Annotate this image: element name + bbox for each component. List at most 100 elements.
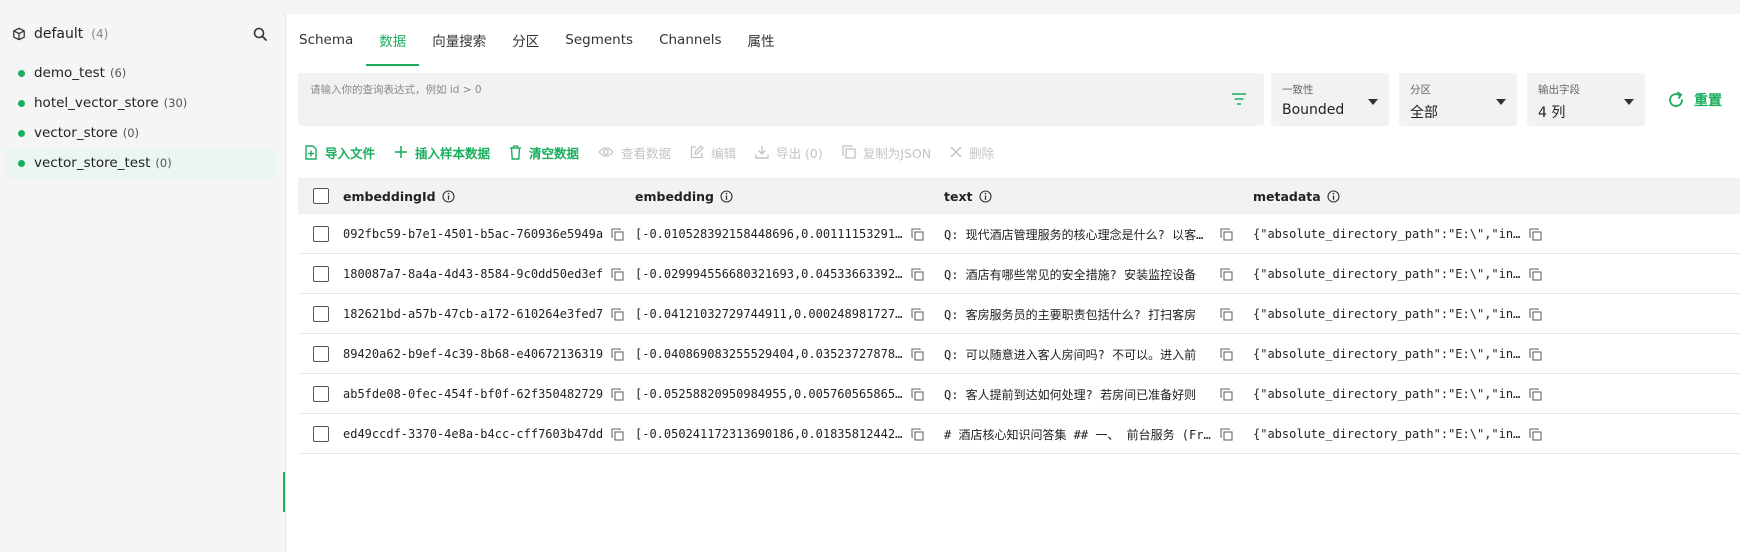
column-header-embedding[interactable]: embedding [635, 178, 733, 214]
view-data-label: 查看数据 [621, 145, 672, 161]
tab-bar: Schema 数据 向量搜索 分区 Segments Channels 属性 [286, 14, 788, 66]
info-icon[interactable] [978, 189, 992, 203]
table-row[interactable]: ed49ccdf-3370-4e8a-b4cc-cff7603b47dd [-0… [298, 414, 1740, 454]
row-checkbox[interactable] [313, 226, 329, 242]
import-file-button[interactable]: 导入文件 [304, 143, 375, 162]
cell-embeddingid: ab5fde08-0fec-454f-bf0f-62f350482729 [343, 374, 624, 414]
copy-icon[interactable] [1529, 227, 1542, 241]
table-row[interactable]: 89420a62-b9ef-4c39-8b68-e40672136319 [-0… [298, 334, 1740, 374]
info-icon[interactable] [720, 189, 733, 203]
tab-partitions[interactable]: 分区 [499, 14, 552, 66]
table-row[interactable]: 180087a7-8a4a-4d43-8584-9c0dd50ed3ef [-0… [298, 254, 1740, 294]
copy-icon[interactable] [1220, 387, 1233, 401]
collection-count: (0) [155, 156, 172, 170]
copy-icon[interactable] [1529, 427, 1542, 441]
row-checkbox[interactable] [313, 306, 329, 322]
partition-select[interactable]: 分区 全部 [1399, 73, 1517, 126]
copy-icon[interactable] [911, 227, 924, 241]
cell-metadata: {"absolute_directory_path":"E:\","index"… [1253, 214, 1542, 254]
embedding-value: [-0.04121032729744911,0.0002489817270123… [635, 307, 903, 321]
table-row[interactable]: ab5fde08-0fec-454f-bf0f-62f350482729 [-0… [298, 374, 1740, 414]
collection-name: vector_store [34, 125, 118, 141]
copy-icon[interactable] [611, 307, 624, 321]
database-header[interactable]: default (4) [12, 22, 108, 46]
export-button[interactable]: 导出 (0) [755, 143, 823, 162]
query-expression-input[interactable]: 请输入你的查询表达式，例如 id > 0 [298, 73, 1264, 126]
copy-icon[interactable] [1220, 347, 1233, 361]
copy-icon[interactable] [911, 307, 924, 321]
delete-button[interactable]: 删除 [950, 143, 994, 162]
clear-data-button[interactable]: 清空数据 [509, 143, 579, 162]
collection-sidebar: default (4) demo_test (6) hotel_vector_s… [0, 14, 285, 552]
copy-icon[interactable] [1220, 227, 1233, 241]
copy-icon[interactable] [1529, 347, 1542, 361]
tab-schema[interactable]: Schema [286, 14, 366, 66]
status-dot [18, 159, 25, 167]
copy-icon[interactable] [911, 387, 924, 401]
embedding-id-value: 180087a7-8a4a-4d43-8584-9c0dd50ed3ef [343, 267, 604, 281]
copy-icon[interactable] [611, 387, 624, 401]
info-icon[interactable] [1327, 189, 1340, 203]
row-checkbox[interactable] [313, 426, 329, 442]
embedding-value: [-0.040869083255529404,0.035237278789123… [635, 347, 903, 361]
data-table: embeddingId embedding text metadata 092f… [298, 178, 1740, 454]
cell-embeddingid: 182621bd-a57b-47cb-a172-610264e3fed7 [343, 294, 624, 334]
cell-metadata: {"absolute_directory_path":"E:\","index"… [1253, 414, 1542, 454]
copy-icon[interactable] [911, 347, 924, 361]
output-fields-select[interactable]: 输出字段 4 列 [1527, 73, 1645, 126]
copy-icon [842, 145, 856, 159]
copy-icon[interactable] [611, 267, 624, 281]
edit-button[interactable]: 编辑 [690, 143, 736, 162]
tab-properties[interactable]: 属性 [735, 14, 788, 66]
column-header-text[interactable]: text [944, 178, 992, 214]
tab-segments[interactable]: Segments [552, 14, 646, 66]
copy-icon[interactable] [911, 427, 924, 441]
cell-embeddingid: 180087a7-8a4a-4d43-8584-9c0dd50ed3ef [343, 254, 624, 294]
consistency-value: Bounded [1282, 102, 1345, 118]
collection-item-vector-store[interactable]: vector_store (0) [5, 118, 277, 148]
reset-button[interactable]: 重置 [1666, 88, 1722, 112]
cell-metadata: {"absolute_directory_path":"E:\","index"… [1253, 374, 1542, 414]
copy-icon[interactable] [911, 267, 924, 281]
select-all-checkbox[interactable] [313, 188, 329, 204]
text-value: Q: 酒店有哪些常见的安全措施? 安装监控设备 [944, 267, 1197, 282]
tab-data[interactable]: 数据 [366, 14, 420, 66]
metadata-value: {"absolute_directory_path":"E:\","index"… [1253, 227, 1521, 241]
column-header-embeddingid[interactable]: embeddingId [343, 178, 455, 214]
copy-icon[interactable] [1220, 267, 1233, 281]
copy-icon[interactable] [1529, 387, 1542, 401]
insert-sample-button[interactable]: 插入样本数据 [394, 143, 490, 162]
copy-icon[interactable] [1529, 307, 1542, 321]
copy-icon[interactable] [611, 227, 624, 241]
column-header-metadata[interactable]: metadata [1253, 178, 1340, 214]
row-checkbox[interactable] [313, 346, 329, 362]
tab-channels[interactable]: Channels [646, 14, 734, 66]
row-checkbox[interactable] [313, 386, 329, 402]
embedding-id-value: ed49ccdf-3370-4e8a-b4cc-cff7603b47dd [343, 427, 604, 441]
metadata-value: {"absolute_directory_path":"E:\","index"… [1253, 307, 1521, 321]
copy-icon[interactable] [1220, 307, 1233, 321]
copy-json-button[interactable]: 复制为JSON [842, 143, 931, 162]
search-icon[interactable] [252, 26, 268, 42]
embedding-id-value: 182621bd-a57b-47cb-a172-610264e3fed7 [343, 307, 604, 321]
collection-item-vector-store-test[interactable]: vector_store_test (0) [5, 148, 277, 178]
copy-icon[interactable] [611, 347, 624, 361]
data-toolbar: 导入文件 插入样本数据 清空数据 查看数据 编辑 导出 (0) 复制为JSON … [304, 140, 1013, 164]
collection-item-hotel-vector-store[interactable]: hotel_vector_store (30) [5, 88, 277, 118]
metadata-value: {"absolute_directory_path":"E:\","index"… [1253, 267, 1521, 281]
copy-icon[interactable] [1220, 427, 1233, 441]
column-title: text [944, 188, 973, 204]
consistency-select[interactable]: 一致性 Bounded [1271, 73, 1389, 126]
insert-sample-label: 插入样本数据 [415, 145, 491, 161]
table-row[interactable]: 182621bd-a57b-47cb-a172-610264e3fed7 [-0… [298, 294, 1740, 334]
copy-icon[interactable] [611, 427, 624, 441]
copy-icon[interactable] [1529, 267, 1542, 281]
collection-item-demo-test[interactable]: demo_test (6) [5, 58, 277, 88]
row-checkbox[interactable] [313, 266, 329, 282]
tab-vector-search[interactable]: 向量搜索 [419, 14, 499, 66]
table-row[interactable]: 092fbc59-b7e1-4501-b5ac-760936e5949a [-0… [298, 214, 1740, 254]
info-icon[interactable] [442, 189, 455, 203]
filter-icon[interactable] [1230, 91, 1248, 107]
view-data-button[interactable]: 查看数据 [598, 143, 671, 162]
cell-metadata: {"absolute_directory_path":"E:\","index"… [1253, 294, 1542, 334]
